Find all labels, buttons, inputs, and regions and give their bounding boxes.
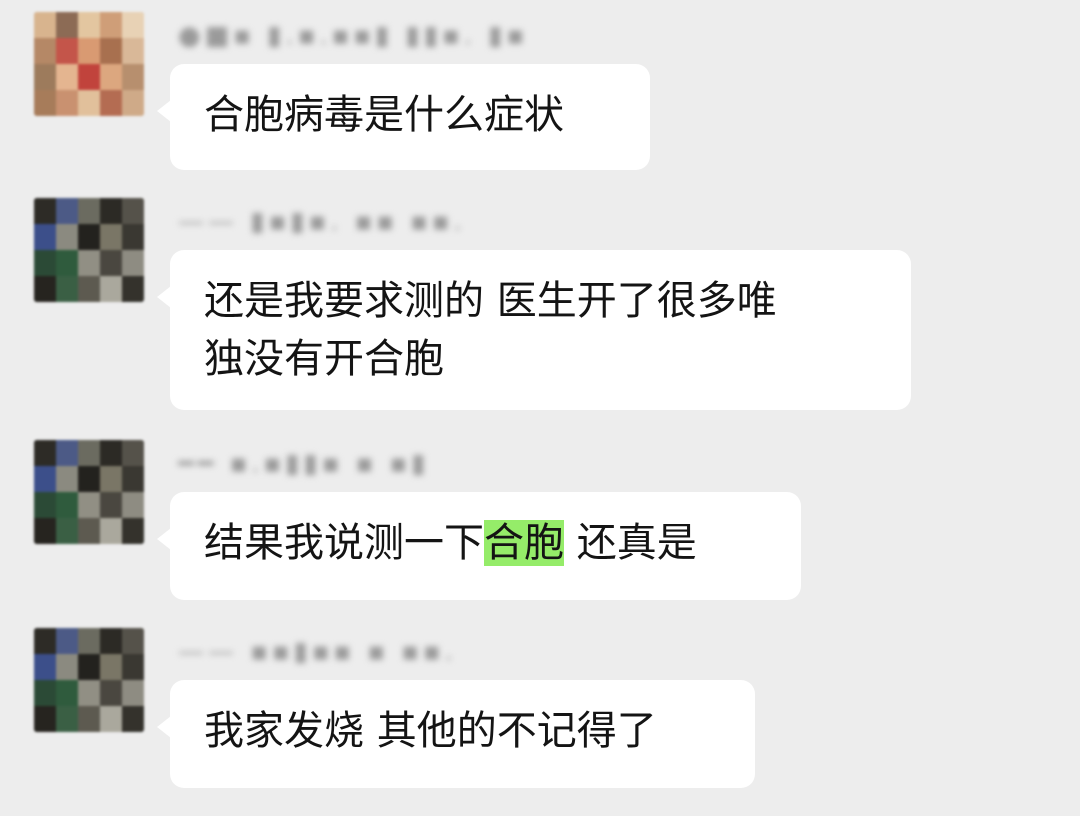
message-text: 还真是: [564, 520, 697, 566]
message-bubble[interactable]: 还是我要求测的 医生开了很多唯 独没有开合胞: [157, 250, 911, 410]
message-bubble[interactable]: 合胞病毒是什么症状: [157, 64, 650, 170]
message-text: 我家发烧 其他的不记得了: [204, 708, 657, 754]
highlighted-text[interactable]: 合胞: [484, 520, 564, 566]
chat-message: —— ▪▪▮▪▪ ▪ ▪▪. 我家发烧 其他的不记得了: [0, 628, 1080, 798]
sender-name: —— ▪▪▮▪▪ ▪ ▪▪.: [178, 637, 457, 667]
message-bubble[interactable]: 我家发烧 其他的不记得了: [157, 680, 755, 788]
chat-message: —— ▮▪▮▪. ▪▪ ▪▪. 还是我要求测的 医生开了很多唯 独没有开合胞: [0, 198, 1080, 418]
sender-name: —— ▮▪▮▪. ▪▪ ▪▪.: [178, 207, 466, 237]
message-text: 结果我说测一下: [204, 520, 484, 566]
chat-message: ●■▪ ▮.▪.▪▪▮ ▮▮▪. ▮▪ 合胞病毒是什么症状: [0, 12, 1080, 172]
sender-name: ●■▪ ▮.▪.▪▪▮ ▮▮▪. ▮▪: [178, 21, 529, 51]
message-text: 合胞病毒是什么症状: [204, 92, 564, 138]
message-text: 还是我要求测的 医生开了很多唯: [204, 278, 777, 324]
avatar[interactable]: [34, 12, 144, 116]
sender-name: ━━ ▪.▪▮▮▪ ▪ ▪▮: [178, 449, 430, 479]
avatar[interactable]: [34, 198, 144, 302]
avatar[interactable]: [34, 628, 144, 732]
chat-message: ━━ ▪.▪▮▮▪ ▪ ▪▮ 结果我说测一下合胞 还真是: [0, 440, 1080, 600]
message-bubble[interactable]: 结果我说测一下合胞 还真是: [157, 492, 801, 600]
avatar[interactable]: [34, 440, 144, 544]
message-text: 独没有开合胞: [204, 336, 444, 382]
